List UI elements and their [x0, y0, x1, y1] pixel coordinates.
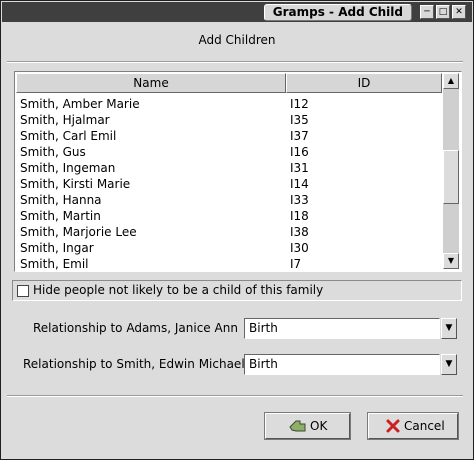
- person-id: I14: [290, 177, 309, 191]
- button-separator: [7, 395, 463, 397]
- relationship-mother-value[interactable]: Birth: [244, 318, 440, 339]
- hide-unlikely-children-toggle[interactable]: Hide people not likely to be a child of …: [12, 280, 462, 301]
- table-row[interactable]: Smith, Emil I7: [18, 256, 438, 272]
- scroll-thumb[interactable]: [443, 150, 459, 204]
- person-id: I35: [290, 113, 309, 127]
- person-name: Smith, Kirsti Marie: [20, 177, 131, 191]
- person-name: Smith, Emil: [20, 257, 89, 271]
- table-row[interactable]: Smith, Ingar I30: [18, 240, 438, 256]
- table-row[interactable]: Smith, Hjalmar I35: [18, 112, 438, 128]
- relationship-father-value[interactable]: Birth: [244, 354, 440, 375]
- person-name: Smith, Hanna: [20, 193, 102, 207]
- person-id: I31: [290, 161, 309, 175]
- cancel-label: Cancel: [404, 419, 445, 433]
- person-id: I7: [290, 257, 302, 271]
- person-id: I18: [290, 209, 309, 223]
- person-id: I16: [290, 145, 309, 159]
- person-id: I38: [290, 225, 309, 239]
- person-name: Smith, Carl Emil: [20, 129, 117, 143]
- table-row[interactable]: Smith, Carl Emil I37: [18, 128, 438, 144]
- hide-unlikely-checkbox[interactable]: [17, 285, 29, 297]
- person-name: Smith, Gus: [20, 145, 86, 159]
- close-icon[interactable]: ✕: [452, 5, 466, 19]
- hide-unlikely-label: Hide people not likely to be a child of …: [33, 283, 324, 297]
- red-x-icon: [385, 418, 401, 442]
- person-id: I33: [290, 193, 309, 207]
- person-name: Smith, Marjorie Lee: [20, 225, 137, 239]
- relationship-mother-label: Relationship to Adams, Janice Ann: [33, 321, 238, 335]
- dropdown-arrow-icon[interactable]: ▼: [441, 354, 457, 375]
- minimize-icon[interactable]: ─: [420, 5, 434, 19]
- dialog-header: Add Children: [198, 33, 276, 47]
- dropdown-arrow-icon[interactable]: ▼: [441, 318, 457, 339]
- person-name: Smith, Ingeman: [20, 161, 116, 175]
- column-header-id[interactable]: ID: [286, 73, 442, 93]
- table-row[interactable]: Smith, Amber Marie I12: [18, 96, 438, 112]
- table-row[interactable]: Smith, Martin I18: [18, 208, 438, 224]
- table-row[interactable]: Smith, Marjorie Lee I38: [18, 224, 438, 240]
- ok-label: OK: [310, 419, 328, 433]
- table-row[interactable]: Smith, Hanna I33: [18, 192, 438, 208]
- person-name: Smith, Amber Marie: [20, 97, 140, 111]
- person-name: Smith, Hjalmar: [20, 113, 110, 127]
- table-row[interactable]: Smith, Kirsti Marie I14: [18, 176, 438, 192]
- scroll-up-icon[interactable]: ▲: [443, 73, 459, 89]
- people-list[interactable]: Name ID Smith, Amber Marie I12 Smith, Hjal…: [14, 71, 462, 272]
- ok-hand-icon: [288, 418, 308, 442]
- cancel-button[interactable]: Cancel: [368, 413, 458, 439]
- ok-button[interactable]: OK: [265, 413, 350, 439]
- relationship-father-label: Relationship to Smith, Edwin Michael: [23, 357, 245, 371]
- scroll-down-icon[interactable]: ▼: [443, 253, 459, 269]
- maximize-icon[interactable]: □: [436, 5, 450, 19]
- person-id: I12: [290, 97, 309, 111]
- relationship-father-combo[interactable]: Birth ▼: [244, 354, 458, 375]
- title-bar[interactable]: Gramps - Add Child ─ □ ✕: [2, 2, 472, 22]
- relationship-mother-combo[interactable]: Birth ▼: [244, 318, 458, 339]
- add-child-dialog: Gramps - Add Child ─ □ ✕ Add Children Na…: [0, 0, 474, 460]
- person-name: Smith, Martin: [20, 209, 101, 223]
- table-row[interactable]: Smith, Ingeman I31: [18, 160, 438, 176]
- table-row[interactable]: Smith, Gus I16: [18, 144, 438, 160]
- window-title: Gramps - Add Child: [263, 4, 412, 21]
- header-separator: [7, 61, 463, 63]
- column-header-name[interactable]: Name: [16, 73, 286, 93]
- list-scrollbar[interactable]: ▲ ▼: [443, 73, 459, 269]
- person-id: I30: [290, 241, 309, 255]
- person-name: Smith, Ingar: [20, 241, 94, 255]
- person-id: I37: [290, 129, 309, 143]
